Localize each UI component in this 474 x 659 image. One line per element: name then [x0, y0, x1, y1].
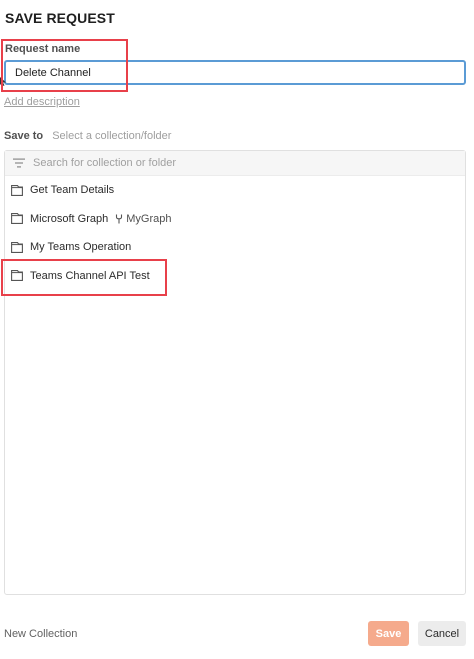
collection-item-label: My Teams Operation: [30, 241, 132, 254]
request-name-input[interactable]: [4, 60, 466, 85]
save-to-row: Save to Select a collection/folder: [4, 130, 171, 142]
save-to-label: Save to: [4, 130, 44, 142]
save-button[interactable]: Save: [368, 621, 409, 646]
folder-icon: [11, 213, 23, 225]
collection-item-teams-channel-api-test[interactable]: Teams Channel API Test: [5, 262, 465, 291]
mouse-cursor-icon: [0, 77, 6, 86]
collection-item-label: Get Team Details: [30, 184, 115, 197]
fork-badge: MyGraph: [115, 212, 172, 225]
collection-search-input[interactable]: [33, 157, 433, 169]
collection-search-row: [5, 151, 465, 176]
add-description-link[interactable]: Add description: [4, 96, 80, 108]
new-collection-link[interactable]: New Collection: [4, 628, 77, 640]
collection-item-get-team-details[interactable]: Get Team Details: [5, 176, 465, 205]
folder-icon: [11, 270, 23, 282]
collection-item-my-teams-operation[interactable]: My Teams Operation: [5, 233, 465, 262]
collection-item-label: Teams Channel API Test: [30, 269, 150, 282]
save-request-dialog: SAVE REQUEST Request name Add descriptio…: [0, 0, 474, 659]
filter-icon: [13, 158, 25, 168]
save-to-hint: Select a collection/folder: [52, 130, 172, 142]
collection-item-microsoft-graph[interactable]: Microsoft Graph MyGraph: [5, 205, 465, 234]
folder-icon: [11, 184, 23, 196]
request-name-label: Request name: [5, 43, 81, 55]
fork-name: MyGraph: [126, 212, 172, 225]
fork-icon: [116, 214, 123, 224]
cancel-button[interactable]: Cancel: [418, 621, 466, 646]
dialog-title: SAVE REQUEST: [5, 10, 115, 26]
folder-icon: [11, 241, 23, 253]
collection-picker: Get Team Details Microsoft Graph MyGraph…: [4, 150, 466, 595]
collection-item-label: Microsoft Graph: [30, 212, 109, 225]
